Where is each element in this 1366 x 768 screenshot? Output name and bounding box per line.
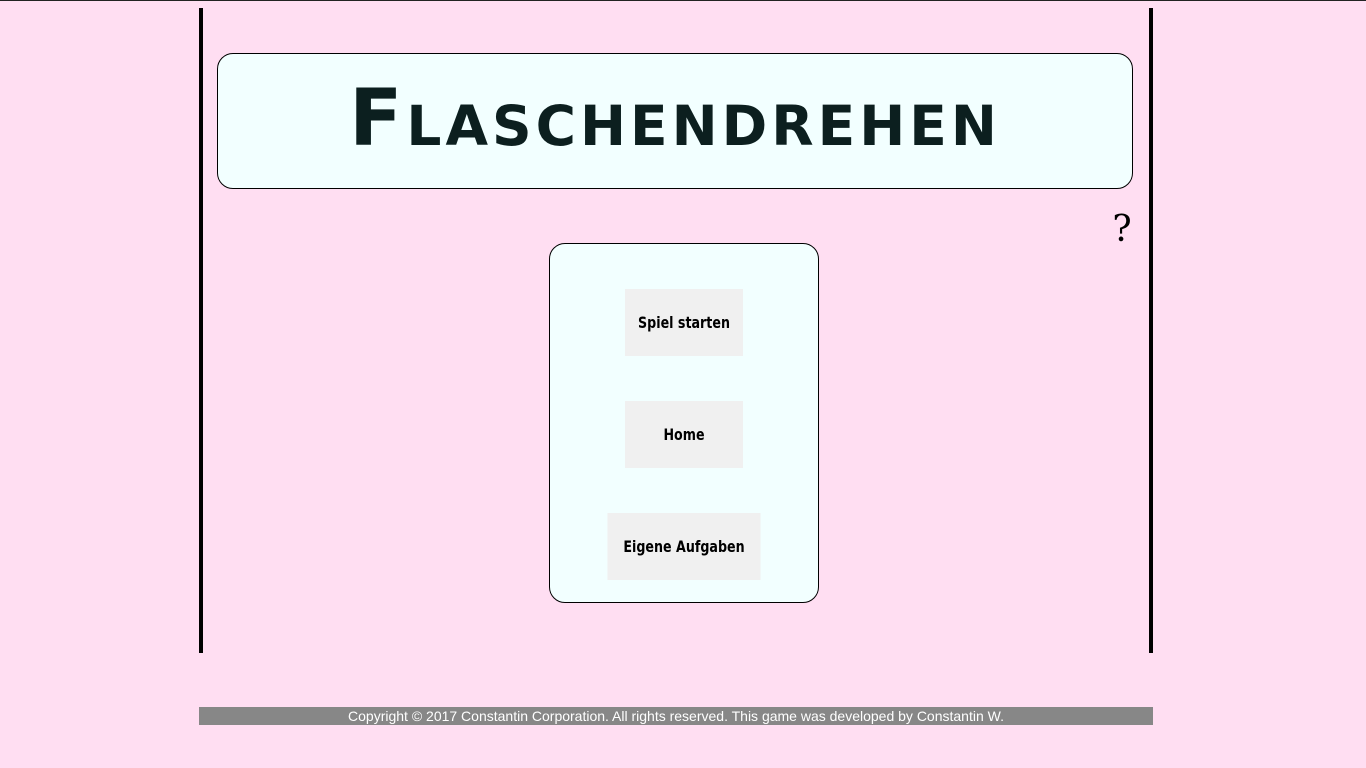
start-game-button[interactable]: Spiel starten	[625, 289, 743, 356]
custom-tasks-button[interactable]: Eigene Aufgaben	[607, 513, 761, 580]
copyright-footer: Copyright © 2017 Constantin Corporation.…	[199, 707, 1153, 725]
home-label: Home	[663, 425, 705, 444]
start-game-label: Spiel starten	[638, 313, 730, 332]
custom-tasks-label: Eigene Aufgaben	[623, 537, 745, 556]
main-menu-panel: Spiel starten Home Eigene Aufgaben	[549, 243, 819, 603]
game-title: Flaschendrehen	[349, 74, 1001, 164]
help-button[interactable]: ?	[1108, 210, 1136, 250]
top-border-line	[0, 0, 1366, 1]
title-banner: Flaschendrehen	[217, 53, 1133, 189]
game-container: Flaschendrehen ? Spiel starten Home Eige…	[199, 8, 1153, 653]
home-button[interactable]: Home	[625, 401, 743, 468]
